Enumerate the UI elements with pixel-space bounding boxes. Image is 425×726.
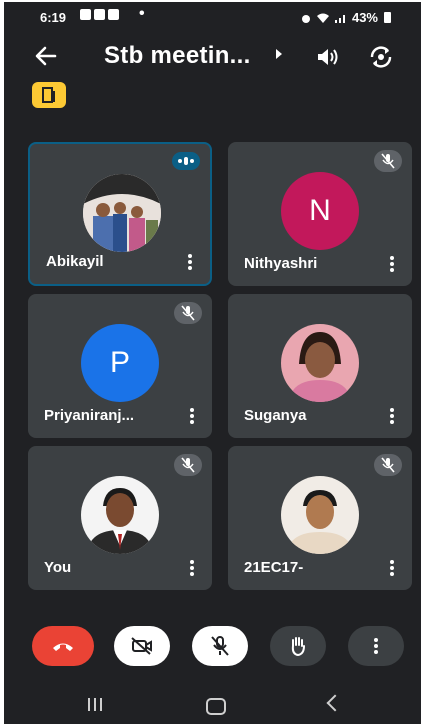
battery-icon xyxy=(384,12,391,23)
mic-off-icon xyxy=(174,302,202,324)
mic-toggle-button[interactable] xyxy=(192,626,248,666)
avatar xyxy=(83,174,161,252)
avatar xyxy=(81,476,159,554)
more-vert-icon[interactable] xyxy=(390,408,394,424)
mic-off-icon xyxy=(374,454,402,476)
speaking-indicator-icon xyxy=(172,152,200,170)
chevron-right-icon[interactable] xyxy=(276,49,282,59)
mic-off-icon xyxy=(374,150,402,172)
more-vert-icon[interactable] xyxy=(390,256,394,272)
participant-tile[interactable]: Abikayil xyxy=(28,142,212,286)
notification-dot: • xyxy=(139,5,145,22)
door-icon xyxy=(42,87,55,103)
speaker-icon[interactable] xyxy=(316,46,340,73)
mic-off-icon xyxy=(211,636,229,656)
avatar xyxy=(281,324,359,402)
alarm-icon xyxy=(301,14,310,23)
status-bar: 6:19 • 43% xyxy=(4,2,421,36)
more-vert-icon xyxy=(374,638,378,654)
wifi-icon xyxy=(316,13,329,23)
raise-hand-button[interactable] xyxy=(270,626,326,666)
participant-name: Priyaniranj... xyxy=(44,407,135,424)
notification-icons xyxy=(80,9,119,20)
end-call-button[interactable] xyxy=(32,626,94,666)
back-arrow-icon[interactable] xyxy=(34,42,58,75)
battery-percent: 43% xyxy=(351,10,378,25)
participant-name: You xyxy=(44,559,72,576)
meeting-title[interactable]: Stb meetin... xyxy=(104,42,251,70)
status-right: 43% xyxy=(300,10,391,25)
participant-name: Abikayil xyxy=(46,253,104,270)
status-time: 6:19 xyxy=(40,10,67,25)
participant-tile[interactable]: N Nithyashri xyxy=(228,142,412,286)
more-vert-icon[interactable] xyxy=(190,408,194,424)
avatar: N xyxy=(281,172,359,250)
call-controls xyxy=(4,614,421,674)
participant-name: Suganya xyxy=(244,407,307,424)
participant-name: Nithyashri xyxy=(244,255,318,272)
avatar xyxy=(281,476,359,554)
home-icon[interactable] xyxy=(206,698,226,715)
recents-icon[interactable] xyxy=(88,698,102,711)
more-vert-icon[interactable] xyxy=(190,560,194,576)
meeting-info-badge[interactable] xyxy=(32,82,66,108)
participant-tile[interactable]: P Priyaniranj... xyxy=(28,294,212,438)
notification-icon xyxy=(94,9,105,20)
system-nav-bar xyxy=(4,686,421,724)
app-bar: Stb meetin... xyxy=(4,36,421,80)
camera-toggle-button[interactable] xyxy=(114,626,170,666)
nav-back-icon[interactable] xyxy=(326,694,344,712)
meet-screen: 6:19 • 43% Stb meetin... Abikayil N Nith… xyxy=(4,2,421,724)
notification-icon xyxy=(80,9,91,20)
more-options-button[interactable] xyxy=(348,626,404,666)
gallery-icon xyxy=(108,9,119,20)
participant-tile[interactable]: You xyxy=(28,446,212,590)
hand-icon xyxy=(291,637,305,656)
avatar: P xyxy=(81,324,159,402)
phone-hangup-icon xyxy=(53,643,73,651)
mic-off-icon xyxy=(174,454,202,476)
more-vert-icon[interactable] xyxy=(188,254,192,270)
participant-tile[interactable]: Suganya xyxy=(228,294,412,438)
signal-icon xyxy=(334,14,345,23)
more-vert-icon[interactable] xyxy=(390,560,394,576)
participant-name: 21EC17- xyxy=(244,559,304,576)
switch-camera-icon[interactable] xyxy=(368,44,394,75)
participant-tile[interactable]: 21EC17- xyxy=(228,446,412,590)
camera-off-icon xyxy=(131,637,152,655)
